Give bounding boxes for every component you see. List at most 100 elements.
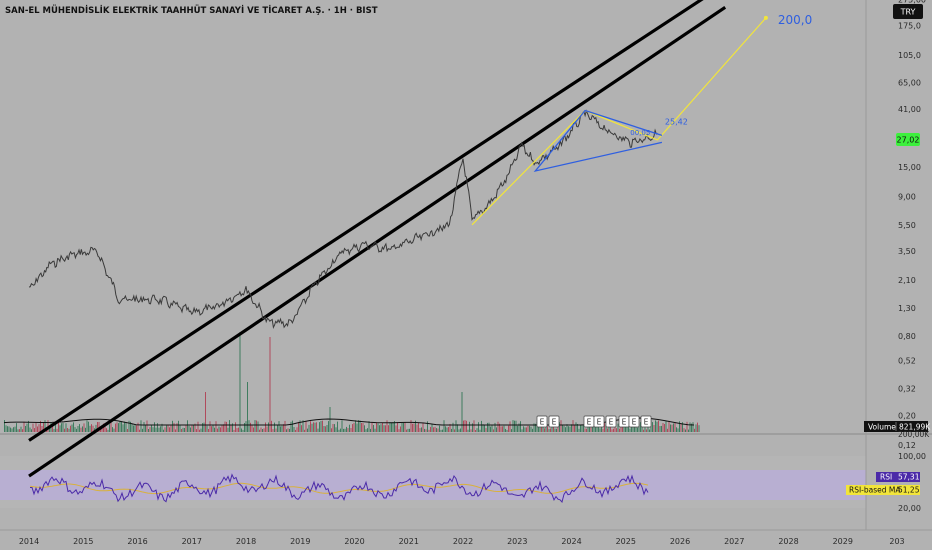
volume-bar bbox=[22, 429, 23, 432]
volume-bar bbox=[455, 420, 457, 432]
price-tick-label: 1,30 bbox=[898, 304, 916, 313]
volume-bar bbox=[10, 427, 11, 432]
volume-bar bbox=[133, 425, 134, 432]
earnings-marker[interactable]: E bbox=[536, 415, 548, 428]
volume-bar bbox=[79, 424, 80, 432]
volume-bar bbox=[475, 430, 476, 432]
volume-bar bbox=[469, 421, 470, 432]
time-tick-label: 2023 bbox=[507, 537, 527, 546]
volume-bar bbox=[368, 421, 370, 432]
earnings-marker[interactable]: E bbox=[593, 415, 605, 428]
volume-bar bbox=[263, 428, 265, 432]
volume-bar bbox=[470, 429, 472, 432]
currency-button-label[interactable]: TRY bbox=[900, 8, 916, 17]
volume-bar bbox=[392, 422, 394, 432]
volume-bar bbox=[224, 421, 226, 432]
earnings-marker-label: E bbox=[609, 418, 614, 427]
volume-bar bbox=[362, 423, 364, 432]
volume-bar bbox=[143, 422, 145, 432]
volume-bar bbox=[376, 422, 377, 432]
volume-bar bbox=[674, 422, 676, 432]
earnings-marker[interactable]: E bbox=[548, 415, 560, 428]
volume-bar bbox=[416, 424, 418, 432]
volume-bar bbox=[23, 421, 25, 432]
volume-bar bbox=[220, 427, 221, 432]
volume-bar bbox=[514, 420, 515, 432]
earnings-marker[interactable]: E bbox=[583, 415, 595, 428]
last-price-badge: 27,02 bbox=[896, 133, 920, 146]
volume-bar bbox=[424, 428, 425, 432]
volume-bar bbox=[554, 428, 556, 432]
volume-bar bbox=[476, 428, 478, 432]
volume-bar bbox=[86, 420, 88, 432]
earnings-marker[interactable]: E bbox=[605, 415, 617, 428]
volume-bar bbox=[466, 420, 467, 432]
currency-button[interactable]: TRY bbox=[893, 4, 923, 19]
earnings-markers[interactable]: EEEEEEEE bbox=[536, 415, 652, 428]
volume-bar bbox=[218, 426, 220, 432]
volume-bar bbox=[262, 429, 263, 432]
volume-bar bbox=[259, 429, 260, 432]
volume-bar bbox=[328, 421, 329, 432]
time-tick-label: 2025 bbox=[616, 537, 636, 546]
rsi-legend-label: RSI bbox=[880, 473, 892, 482]
earnings-marker[interactable]: E bbox=[640, 415, 652, 428]
volume-bar bbox=[190, 427, 191, 432]
volume-bar bbox=[271, 420, 272, 432]
volume-bar bbox=[136, 425, 137, 432]
volume-bar bbox=[124, 421, 125, 432]
volume-bar bbox=[569, 426, 571, 432]
volume-bar bbox=[154, 422, 155, 432]
volume-bar bbox=[446, 427, 448, 432]
time-tick-label: 2018 bbox=[236, 537, 256, 546]
earnings-marker[interactable]: E bbox=[628, 415, 640, 428]
earnings-marker-label: E bbox=[587, 418, 592, 427]
volume-bar bbox=[65, 423, 67, 432]
volume-bar bbox=[386, 420, 388, 432]
volume-bar bbox=[419, 428, 421, 432]
price-chart[interactable]: EEEEEEEE 200,0 25,42 00,05 275,00175,010… bbox=[0, 0, 932, 550]
volume-bar bbox=[380, 424, 382, 432]
volume-bar bbox=[145, 425, 146, 432]
volume-bar bbox=[200, 428, 202, 432]
volume-bar bbox=[118, 423, 119, 432]
volume-bar bbox=[164, 427, 166, 432]
volume-bar bbox=[184, 428, 185, 432]
volume-bar bbox=[209, 421, 211, 432]
volume-bar bbox=[670, 424, 671, 432]
volume-bar bbox=[181, 429, 182, 432]
volume-bar bbox=[529, 425, 530, 432]
volume-bar bbox=[314, 422, 316, 432]
volume-bar bbox=[490, 426, 491, 432]
price-tick-label: 0,52 bbox=[898, 357, 916, 366]
volume-bar bbox=[185, 424, 187, 432]
volume-bar bbox=[664, 424, 665, 432]
rsi-legend-value: 57,31 bbox=[898, 473, 920, 482]
volume-bar bbox=[16, 423, 17, 432]
volume-bar bbox=[434, 426, 436, 432]
volume-bar bbox=[428, 429, 430, 432]
time-tick-label: 2019 bbox=[290, 537, 310, 546]
volume-bar bbox=[404, 422, 406, 432]
volume-bar bbox=[502, 426, 503, 432]
volume-bar bbox=[397, 422, 398, 432]
price-tick-label: 105,0 bbox=[898, 51, 921, 60]
volume-bar bbox=[214, 427, 215, 432]
volume-bar bbox=[335, 427, 337, 432]
volume-bar bbox=[284, 420, 286, 432]
volume-bar bbox=[127, 429, 128, 432]
volume-bar bbox=[202, 423, 203, 432]
volume-bar bbox=[167, 425, 169, 432]
volume-bar bbox=[616, 428, 617, 432]
volume-bar bbox=[131, 423, 133, 432]
volume-bar bbox=[451, 428, 452, 432]
time-tick-label: 2022 bbox=[453, 537, 473, 546]
volume-bar bbox=[17, 429, 19, 432]
volume-bar bbox=[287, 428, 289, 432]
volume-bar bbox=[70, 425, 71, 432]
projection-target-point[interactable] bbox=[763, 15, 768, 20]
volume-bar bbox=[275, 428, 277, 432]
volume-bar bbox=[580, 424, 581, 432]
earnings-marker[interactable]: E bbox=[618, 415, 630, 428]
volume-bar bbox=[361, 423, 362, 432]
